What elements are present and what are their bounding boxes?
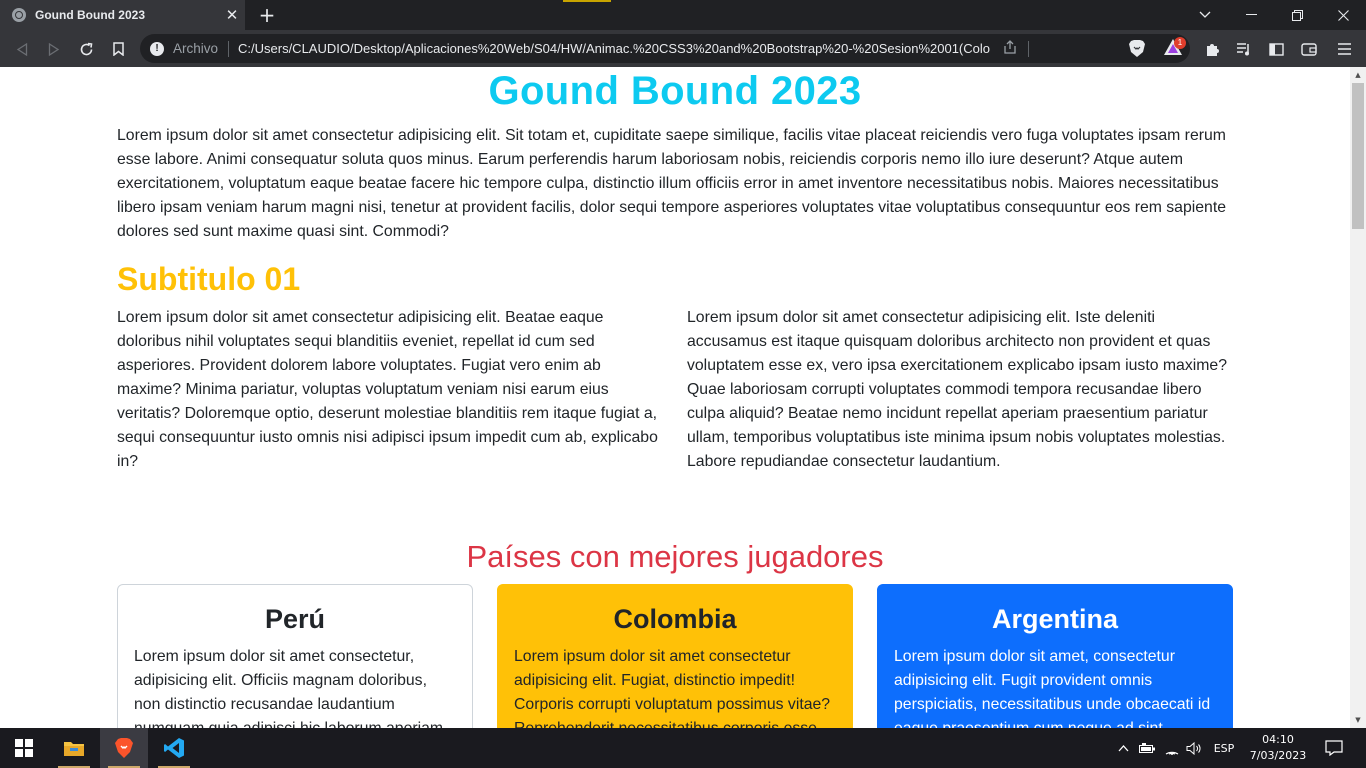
wallet-button[interactable]	[1296, 36, 1322, 62]
forward-icon	[48, 42, 60, 56]
browser-toolbar: ! Archivo C:/Users/CLAUDIO/Desktop/Aplic…	[0, 30, 1366, 67]
language-indicator[interactable]: ESP	[1208, 728, 1240, 768]
file-scheme-label: Archivo	[173, 41, 219, 56]
speaker-icon	[1186, 741, 1201, 755]
taskbar-clock[interactable]: 04:10 7/03/2023	[1244, 728, 1312, 768]
info-icon[interactable]: !	[150, 41, 164, 56]
clock-date: 7/03/2023	[1249, 749, 1307, 762]
new-tab-button[interactable]: +	[255, 3, 279, 27]
intro-paragraph: Lorem ipsum dolor sit amet consectetur a…	[117, 127, 1227, 240]
puzzle-icon	[1206, 43, 1219, 56]
card-text: Lorem ipsum dolor sit amet consectetur, …	[134, 648, 447, 728]
card-title: Perú	[264, 604, 326, 634]
bookmark-button[interactable]	[105, 36, 131, 62]
notifications-button[interactable]	[1318, 728, 1350, 768]
hamburger-menu-icon	[1337, 43, 1351, 55]
brave-shields-button[interactable]	[1128, 39, 1146, 58]
volume-button[interactable]	[1184, 728, 1204, 768]
window-controls	[1228, 0, 1366, 30]
share-icon[interactable]	[1002, 39, 1017, 58]
wifi-icon	[1165, 751, 1179, 755]
windows-taskbar: ESP 04:10 7/03/2023	[0, 728, 1366, 768]
card-peru: Perú Lorem ipsum dolor sit amet consecte…	[117, 584, 473, 728]
card-text: Lorem ipsum dolor sit amet consectetur a…	[514, 648, 831, 728]
menu-button[interactable]	[1331, 36, 1357, 62]
scroll-thumb[interactable]	[1352, 83, 1364, 229]
back-icon	[16, 42, 28, 56]
clock-time: 04:10	[1262, 733, 1294, 746]
battery-button[interactable]	[1136, 728, 1158, 768]
close-icon	[1337, 9, 1349, 21]
windows-logo-icon	[15, 739, 33, 757]
taskbar-file-explorer[interactable]	[50, 728, 98, 768]
restore-button[interactable]	[1274, 0, 1320, 30]
minimize-icon	[1245, 14, 1257, 15]
battery-icon	[1138, 742, 1155, 753]
media-button[interactable]	[1231, 36, 1257, 62]
chevron-up-icon	[1118, 744, 1128, 751]
playlist-icon	[1237, 43, 1249, 56]
left-column-paragraph: Lorem ipsum dolor sit amet consectetur a…	[117, 309, 658, 470]
taskbar-vscode[interactable]	[150, 728, 198, 768]
network-button[interactable]	[1160, 728, 1184, 768]
sidebar-button[interactable]	[1263, 36, 1289, 62]
show-hidden-icons-button[interactable]	[1114, 728, 1132, 768]
address-divider	[1028, 40, 1030, 57]
card-title: Colombia	[613, 604, 737, 634]
close-tab-button[interactable]: ✕	[219, 6, 245, 24]
tab-strip-indicator	[563, 0, 611, 2]
brave-browser-icon	[115, 738, 133, 758]
card-argentina: Argentina Lorem ipsum dolor sit amet, co…	[877, 584, 1233, 728]
address-bar[interactable]: ! Archivo C:/Users/CLAUDIO/Desktop/Aplic…	[140, 34, 1190, 63]
rewards-badge: 1	[1174, 37, 1186, 49]
globe-icon	[12, 8, 26, 22]
brave-lion-icon	[1129, 40, 1145, 57]
action-center-icon	[1325, 740, 1343, 756]
subtitle-heading: Subtitulo 01	[117, 261, 301, 297]
wallet-icon	[1301, 42, 1317, 56]
tab-strip: Gound Bound 2023 ✕ +	[0, 0, 1366, 30]
close-window-button[interactable]	[1320, 0, 1366, 30]
card-title: Argentina	[991, 604, 1118, 634]
restore-icon	[1291, 9, 1303, 21]
sidebar-icon	[1268, 42, 1284, 56]
web-page: Gound Bound 2023 Lorem ipsum dolor sit a…	[0, 67, 1350, 728]
section-title: Países con mejores jugadores	[466, 539, 884, 574]
card-text: Lorem ipsum dolor sit amet, consectetur …	[894, 648, 1211, 728]
reload-icon	[80, 42, 92, 55]
forward-button[interactable]	[41, 36, 67, 62]
back-button[interactable]	[9, 36, 35, 62]
reload-button[interactable]	[73, 36, 99, 62]
card-colombia: Colombia Lorem ipsum dolor sit amet cons…	[497, 584, 853, 728]
page-scrollbar[interactable]: ▲ ▼	[1350, 67, 1366, 728]
right-column-paragraph: Lorem ipsum dolor sit amet consectetur a…	[687, 309, 1227, 470]
chevron-down-icon	[1199, 11, 1211, 18]
scroll-down-arrow-icon[interactable]: ▼	[1354, 716, 1362, 724]
address-separator	[228, 40, 230, 57]
tab-search-button[interactable]	[1190, 0, 1220, 30]
scroll-up-arrow-icon[interactable]: ▲	[1354, 71, 1362, 79]
bookmark-icon	[112, 42, 124, 56]
tab-active[interactable]: Gound Bound 2023 ✕	[0, 0, 245, 30]
url-text[interactable]: C:/Users/CLAUDIO/Desktop/Aplicaciones%20…	[238, 41, 990, 56]
tab-title: Gound Bound 2023	[35, 8, 146, 22]
extensions-button[interactable]	[1199, 36, 1225, 62]
taskbar-brave-browser[interactable]	[100, 728, 148, 768]
page-title: Gound Bound 2023	[488, 69, 862, 113]
folder-icon	[64, 742, 84, 756]
minimize-button[interactable]	[1228, 0, 1274, 30]
vscode-icon	[164, 738, 184, 758]
start-button[interactable]	[0, 728, 48, 768]
